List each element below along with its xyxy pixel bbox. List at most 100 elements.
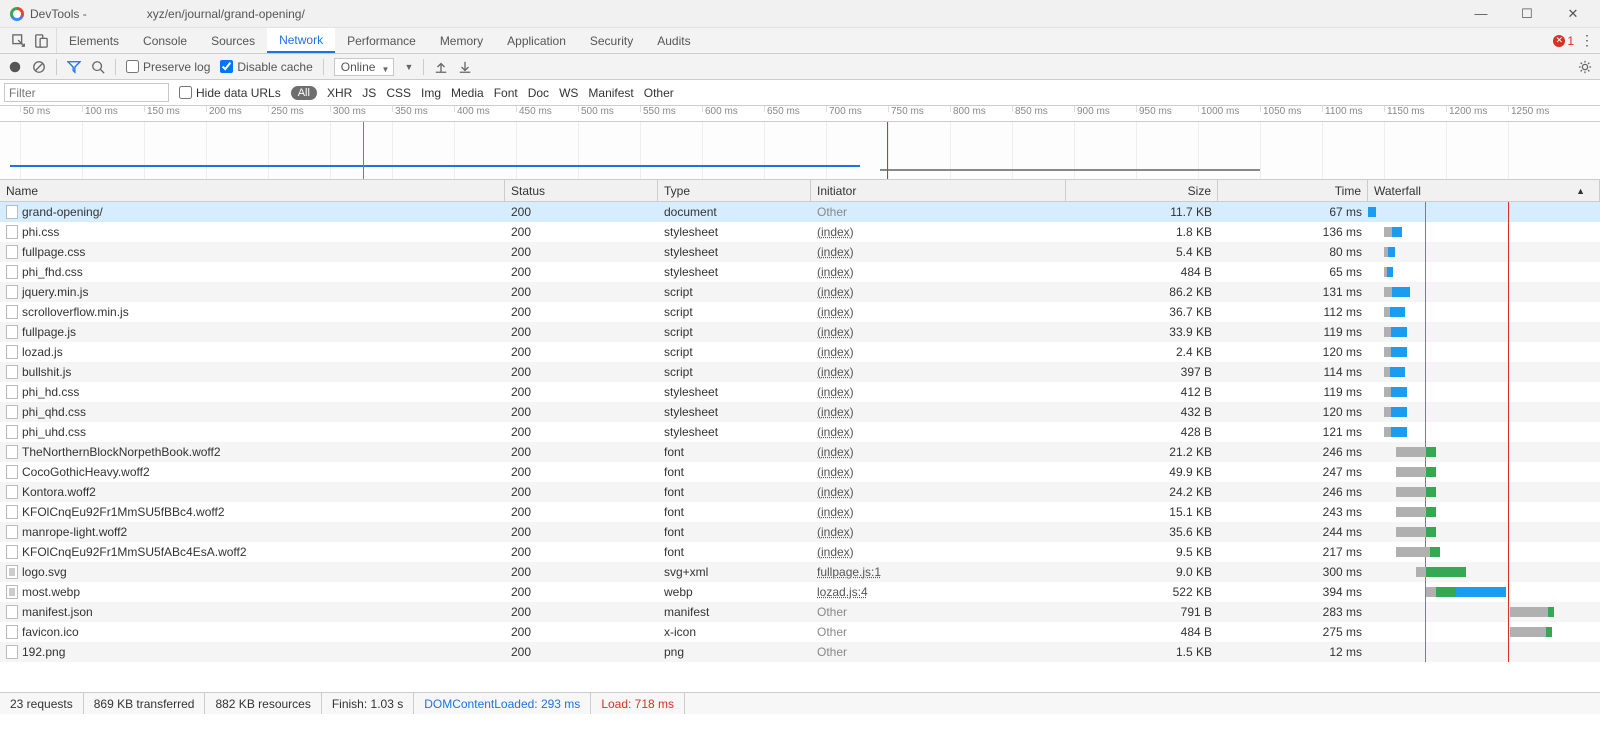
tab-console[interactable]: Console <box>131 28 199 53</box>
filter-type-manifest[interactable]: Manifest <box>588 86 633 100</box>
filter-type-other[interactable]: Other <box>644 86 674 100</box>
request-row[interactable]: fullpage.js200script(index)33.9 KB119 ms <box>0 322 1600 342</box>
filter-type-font[interactable]: Font <box>494 86 518 100</box>
filter-icon[interactable] <box>67 60 81 74</box>
request-row[interactable]: manrope-light.woff2200font(index)35.6 KB… <box>0 522 1600 542</box>
filter-type-xhr[interactable]: XHR <box>327 86 352 100</box>
request-initiator[interactable]: (index) <box>811 502 1066 522</box>
request-type: stylesheet <box>658 422 811 442</box>
column-header-status[interactable]: Status <box>505 180 658 201</box>
file-icon <box>6 305 18 319</box>
request-initiator[interactable]: fullpage.js:1 <box>811 562 1066 582</box>
request-initiator[interactable]: (index) <box>811 302 1066 322</box>
request-row[interactable]: grand-opening/200documentOther11.7 KB67 … <box>0 202 1600 222</box>
column-header-name[interactable]: Name <box>0 180 505 201</box>
request-row[interactable]: CocoGothicHeavy.woff2200font(index)49.9 … <box>0 462 1600 482</box>
timeline-overview[interactable] <box>0 122 1600 180</box>
request-row[interactable]: Kontora.woff2200font(index)24.2 KB246 ms <box>0 482 1600 502</box>
column-header-initiator[interactable]: Initiator <box>811 180 1066 201</box>
column-header-type[interactable]: Type <box>658 180 811 201</box>
window-close-button[interactable]: ✕ <box>1550 0 1596 28</box>
error-badge[interactable]: ✕1 <box>1553 34 1574 48</box>
preserve-log-checkbox[interactable]: Preserve log <box>126 60 210 74</box>
chrome-icon <box>10 7 24 21</box>
filter-type-all[interactable]: All <box>291 86 317 100</box>
column-header-time[interactable]: Time <box>1218 180 1368 201</box>
request-row[interactable]: phi_hd.css200stylesheet(index)412 B119 m… <box>0 382 1600 402</box>
request-row[interactable]: logo.svg200svg+xmlfullpage.js:19.0 KB300… <box>0 562 1600 582</box>
request-name: phi_hd.css <box>22 385 79 399</box>
filter-type-ws[interactable]: WS <box>559 86 578 100</box>
offline-toggle-caret[interactable]: ▼ <box>404 62 413 72</box>
tab-sources[interactable]: Sources <box>199 28 267 53</box>
tab-performance[interactable]: Performance <box>335 28 428 53</box>
hide-data-urls-checkbox[interactable]: Hide data URLs <box>179 86 281 100</box>
request-row[interactable]: TheNorthernBlockNorpethBook.woff2200font… <box>0 442 1600 462</box>
request-initiator[interactable]: (index) <box>811 542 1066 562</box>
request-initiator[interactable]: (index) <box>811 402 1066 422</box>
filter-type-js[interactable]: JS <box>362 86 376 100</box>
search-icon[interactable] <box>91 60 105 74</box>
request-status: 200 <box>505 622 658 642</box>
clear-icon[interactable] <box>32 60 46 74</box>
window-maximize-button[interactable]: ☐ <box>1504 0 1550 28</box>
request-initiator[interactable]: (index) <box>811 462 1066 482</box>
device-toggle-icon[interactable] <box>34 34 48 48</box>
request-row[interactable]: manifest.json200manifestOther791 B283 ms <box>0 602 1600 622</box>
request-initiator[interactable]: (index) <box>811 442 1066 462</box>
request-row[interactable]: most.webp200webplozad.js:4522 KB394 ms <box>0 582 1600 602</box>
request-initiator[interactable]: (index) <box>811 482 1066 502</box>
request-row[interactable]: bullshit.js200script(index)397 B114 ms <box>0 362 1600 382</box>
window-minimize-button[interactable]: — <box>1458 0 1504 28</box>
request-row[interactable]: KFOlCnqEu92Fr1MmSU5fABc4EsA.woff2200font… <box>0 542 1600 562</box>
request-initiator[interactable]: (index) <box>811 282 1066 302</box>
column-header-waterfall[interactable]: Waterfall▲ <box>1368 180 1600 201</box>
request-initiator[interactable]: (index) <box>811 262 1066 282</box>
request-row[interactable]: KFOlCnqEu92Fr1MmSU5fBBc4.woff2200font(in… <box>0 502 1600 522</box>
filter-type-media[interactable]: Media <box>451 86 484 100</box>
request-row[interactable]: scrolloverflow.min.js200script(index)36.… <box>0 302 1600 322</box>
request-row[interactable]: fullpage.css200stylesheet(index)5.4 KB80… <box>0 242 1600 262</box>
record-icon[interactable] <box>8 60 22 74</box>
request-time: 243 ms <box>1218 502 1368 522</box>
tab-audits[interactable]: Audits <box>645 28 702 53</box>
request-row[interactable]: favicon.ico200x-iconOther484 B275 ms <box>0 622 1600 642</box>
export-har-icon[interactable] <box>458 60 472 74</box>
inspect-element-icon[interactable] <box>12 34 26 48</box>
filter-input[interactable] <box>4 83 169 102</box>
request-row[interactable]: phi.css200stylesheet(index)1.8 KB136 ms <box>0 222 1600 242</box>
request-row[interactable]: phi_uhd.css200stylesheet(index)428 B121 … <box>0 422 1600 442</box>
settings-icon[interactable] <box>1578 60 1592 74</box>
overview-bar <box>10 165 860 167</box>
request-initiator[interactable]: (index) <box>811 382 1066 402</box>
request-initiator[interactable]: (index) <box>811 342 1066 362</box>
tab-elements[interactable]: Elements <box>57 28 131 53</box>
timeline-ruler[interactable]: 50 ms100 ms150 ms200 ms250 ms300 ms350 m… <box>0 106 1600 122</box>
request-initiator[interactable]: lozad.js:4 <box>811 582 1066 602</box>
filter-type-img[interactable]: Img <box>421 86 441 100</box>
tab-application[interactable]: Application <box>495 28 578 53</box>
tab-network[interactable]: Network <box>267 28 335 53</box>
tab-security[interactable]: Security <box>578 28 645 53</box>
request-initiator[interactable]: (index) <box>811 362 1066 382</box>
request-initiator[interactable]: (index) <box>811 522 1066 542</box>
request-initiator[interactable]: (index) <box>811 242 1066 262</box>
request-row[interactable]: phi_fhd.css200stylesheet(index)484 B65 m… <box>0 262 1600 282</box>
request-initiator: Other <box>811 622 1066 642</box>
tab-memory[interactable]: Memory <box>428 28 495 53</box>
disable-cache-checkbox[interactable]: Disable cache <box>220 60 312 74</box>
request-row[interactable]: phi_qhd.css200stylesheet(index)432 B120 … <box>0 402 1600 422</box>
request-row[interactable]: jquery.min.js200script(index)86.2 KB131 … <box>0 282 1600 302</box>
request-row[interactable]: 192.png200pngOther1.5 KB12 ms <box>0 642 1600 662</box>
column-header-size[interactable]: Size <box>1066 180 1218 201</box>
import-har-icon[interactable] <box>434 60 448 74</box>
request-size: 21.2 KB <box>1066 442 1218 462</box>
request-initiator[interactable]: (index) <box>811 422 1066 442</box>
filter-type-css[interactable]: CSS <box>386 86 411 100</box>
more-icon[interactable]: ⋮ <box>1580 32 1594 49</box>
filter-type-doc[interactable]: Doc <box>528 86 549 100</box>
request-row[interactable]: lozad.js200script(index)2.4 KB120 ms <box>0 342 1600 362</box>
throttling-select[interactable]: Online▼ <box>334 58 395 76</box>
request-initiator[interactable]: (index) <box>811 222 1066 242</box>
request-initiator[interactable]: (index) <box>811 322 1066 342</box>
